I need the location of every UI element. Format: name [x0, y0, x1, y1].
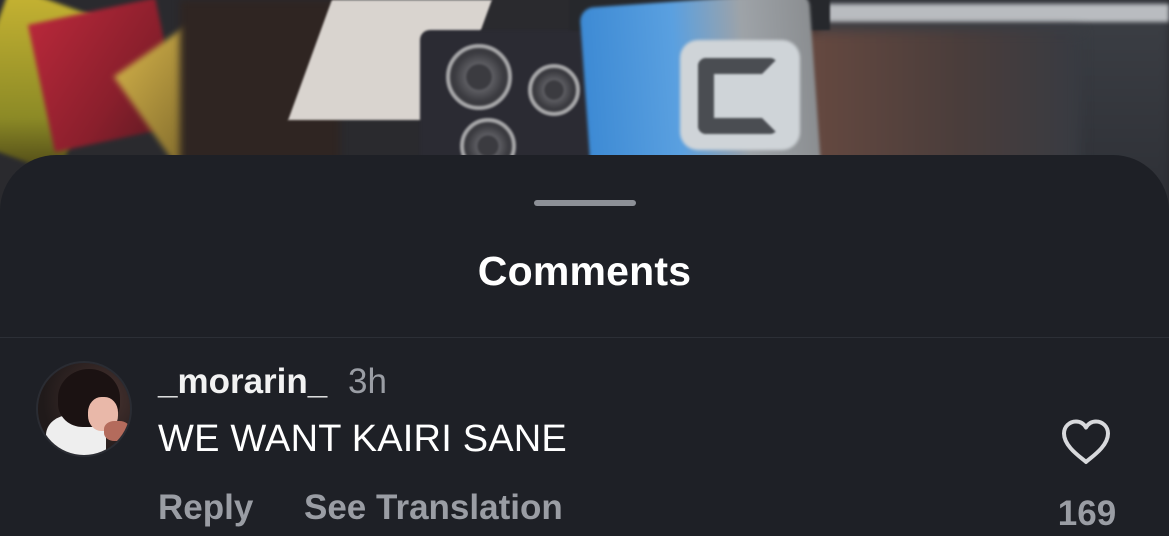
heart-icon[interactable] — [1060, 418, 1112, 466]
tie-pattern-dot — [528, 64, 580, 116]
reply-button[interactable]: Reply — [158, 488, 253, 528]
comments-sheet: Comments — [0, 155, 1169, 536]
header-divider — [0, 337, 1169, 338]
sheet-title: Comments — [477, 248, 692, 294]
like-count: 169 — [1057, 494, 1117, 533]
background-mic-logo-mark — [698, 58, 778, 134]
see-translation-button[interactable]: See Translation — [304, 488, 563, 528]
comment-timestamp: 3h — [348, 362, 387, 401]
avatar[interactable] — [38, 363, 130, 455]
background-rail — [820, 4, 1169, 22]
comments-screen: Comments _morarin_ 3h WE WANT KAIRI SANE… — [0, 0, 1169, 536]
comment-username[interactable]: _morarin_ — [158, 362, 327, 402]
heart-outline-icon — [1062, 419, 1110, 464]
sheet-grabber-handle[interactable] — [534, 200, 636, 206]
tie-pattern-dot — [446, 44, 512, 110]
comment-text: WE WANT KAIRI SANE — [158, 418, 567, 460]
avatar-detail — [104, 421, 130, 441]
